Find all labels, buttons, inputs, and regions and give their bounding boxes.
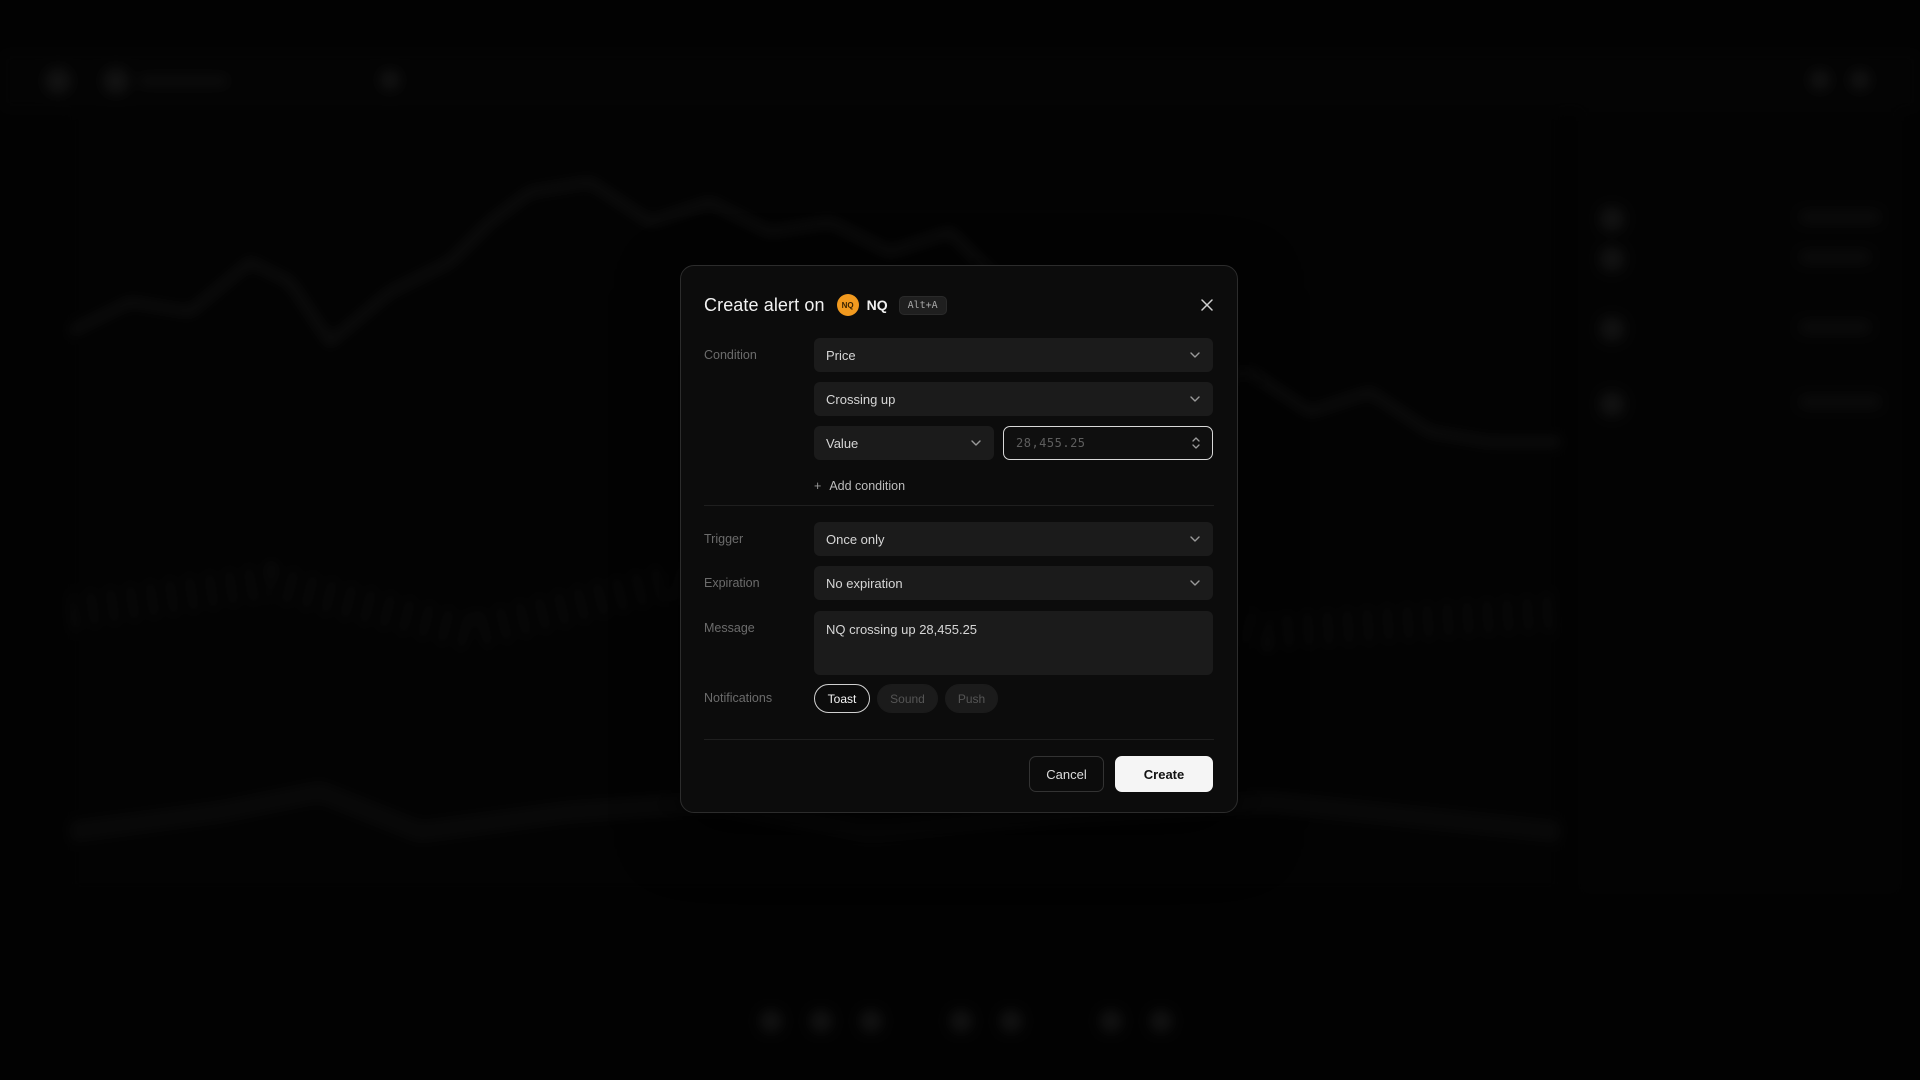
create-button[interactable]: Create — [1115, 756, 1213, 792]
keyboard-shortcut-hint: Alt+A — [898, 295, 947, 315]
condition-operator-value: Crossing up — [826, 391, 896, 407]
condition-value-placeholder: 28,455.25 — [1016, 436, 1086, 450]
condition-source-select[interactable]: Price — [814, 338, 1213, 372]
section-divider — [704, 505, 1214, 506]
condition-value-input[interactable]: 28,455.25 — [1003, 426, 1213, 460]
dialog-header: Create alert on NQ NQ Alt+A — [704, 290, 1217, 320]
plus-icon: + — [814, 479, 822, 493]
chevron-down-icon — [1190, 396, 1200, 402]
condition-value-type-value: Value — [826, 435, 859, 451]
create-alert-dialog: Create alert on NQ NQ Alt+A Condition Pr… — [680, 265, 1238, 813]
condition-value-type-select[interactable]: Value — [814, 426, 994, 460]
footer-divider — [704, 739, 1214, 740]
condition-source-value: Price — [826, 347, 856, 363]
cancel-button-label: Cancel — [1046, 766, 1087, 782]
notifications-label: Notifications — [704, 691, 773, 705]
cancel-button[interactable]: Cancel — [1029, 756, 1104, 792]
trigger-label: Trigger — [704, 532, 744, 546]
notification-sound-label: Sound — [890, 691, 925, 706]
add-condition-button[interactable]: + Add condition — [814, 479, 905, 493]
symbol-name: NQ — [866, 297, 888, 313]
close-icon — [1201, 299, 1213, 311]
message-label: Message — [704, 621, 755, 635]
expiration-label: Expiration — [704, 576, 760, 590]
chevron-down-icon — [1190, 352, 1200, 358]
trigger-select[interactable]: Once only — [814, 522, 1213, 556]
notification-toggle-push[interactable]: Push — [945, 684, 998, 713]
notification-push-label: Push — [957, 691, 986, 706]
add-condition-label: Add condition — [829, 479, 906, 493]
message-value: NQ crossing up 28,455.25 — [826, 622, 978, 637]
chevron-down-icon — [1190, 536, 1200, 542]
expiration-select[interactable]: No expiration — [814, 566, 1213, 600]
stepper-icon[interactable] — [1190, 435, 1202, 451]
close-button[interactable] — [1197, 295, 1217, 315]
condition-label: Condition — [704, 348, 757, 362]
condition-operator-select[interactable]: Crossing up — [814, 382, 1213, 416]
dialog-title: Create alert on — [704, 294, 825, 315]
trigger-value: Once only — [826, 531, 885, 547]
message-textarea[interactable]: NQ crossing up 28,455.25 — [814, 611, 1213, 675]
create-button-label: Create — [1143, 766, 1185, 782]
expiration-value: No expiration — [826, 575, 903, 591]
symbol-logo-badge: NQ — [836, 294, 859, 316]
notification-toggle-toast[interactable]: Toast — [814, 684, 870, 713]
notification-toggle-sound[interactable]: Sound — [877, 684, 938, 713]
chevron-down-icon — [1190, 580, 1200, 586]
chevron-down-icon — [971, 440, 981, 446]
notification-toast-label: Toast — [827, 691, 857, 706]
